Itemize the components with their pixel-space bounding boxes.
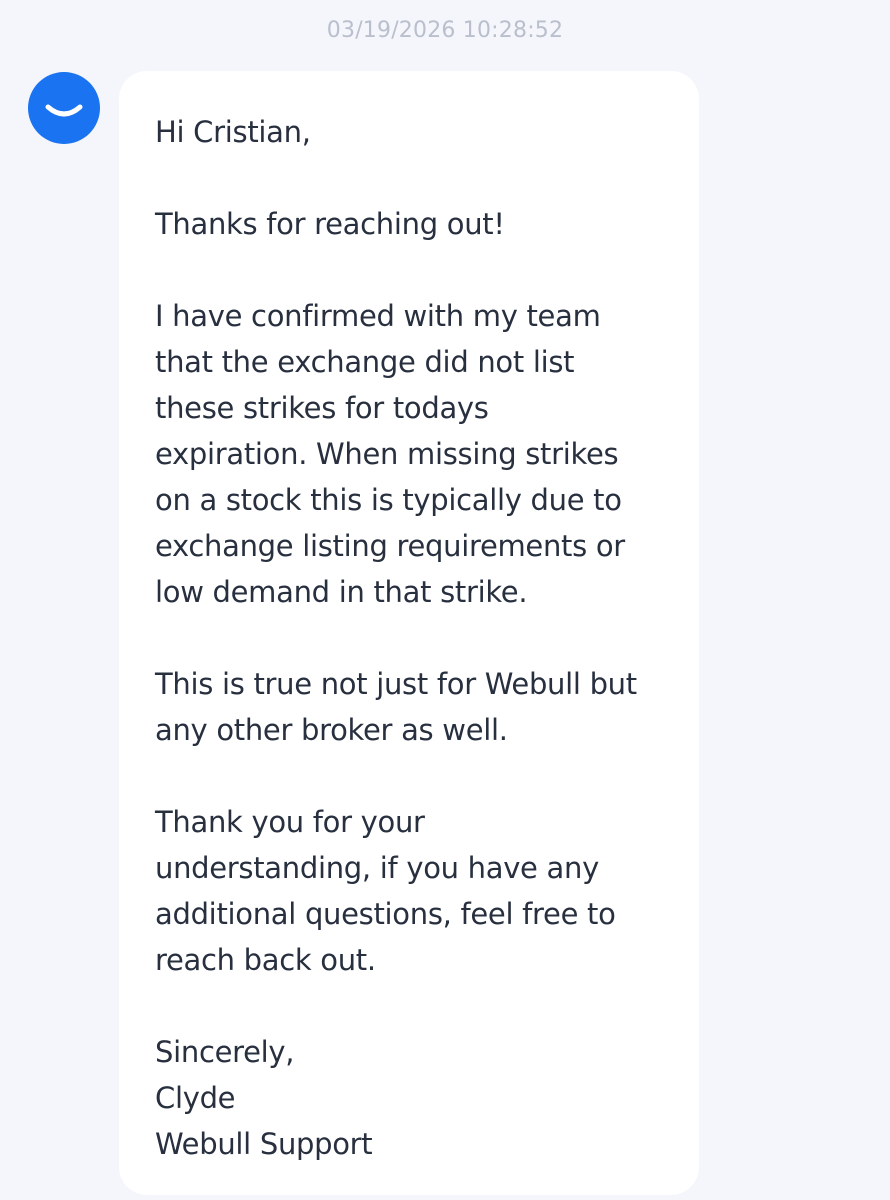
message-timestamp: 03/19/2026 10:28:52 xyxy=(326,18,564,43)
smile-logo-icon xyxy=(45,104,83,117)
message-bubble[interactable]: Hi Cristian, Thanks for reaching out! I … xyxy=(119,71,699,1195)
webull-avatar[interactable] xyxy=(28,72,100,144)
message-line: any other broker as well. xyxy=(155,713,508,747)
message-line: expiration. When missing strikes xyxy=(155,437,619,471)
message-line: on a stock this is typically due to xyxy=(155,483,622,517)
message-line: This is true not just for Webull but xyxy=(155,667,637,701)
broker-paragraph: This is true not just for Webull but any… xyxy=(155,661,673,753)
message-line: Thank you for your xyxy=(155,805,425,839)
message-line: exchange listing requirements or xyxy=(155,529,625,563)
signature-name: Clyde xyxy=(155,1081,236,1115)
signature-closing: Sincerely, xyxy=(155,1035,295,1069)
message-line: I have confirmed with my team xyxy=(155,299,601,333)
message-line: understanding, if you have any xyxy=(155,851,599,885)
confirmation-paragraph: I have confirmed with my team that the e… xyxy=(155,293,673,615)
message-line: that the exchange did not list xyxy=(155,345,575,379)
greeting-text: Hi Cristian, xyxy=(155,115,311,149)
signature-block: Sincerely, Clyde Webull Support xyxy=(155,1029,673,1167)
message-line: reach back out. xyxy=(155,943,376,977)
closing-paragraph: Thank you for your understanding, if you… xyxy=(155,799,673,983)
signature-team: Webull Support xyxy=(155,1127,373,1161)
thanks-text: Thanks for reaching out! xyxy=(155,207,505,241)
message-line: these strikes for todays xyxy=(155,391,489,425)
message-line: additional questions, feel free to xyxy=(155,897,616,931)
message-line: low demand in that strike. xyxy=(155,575,528,609)
